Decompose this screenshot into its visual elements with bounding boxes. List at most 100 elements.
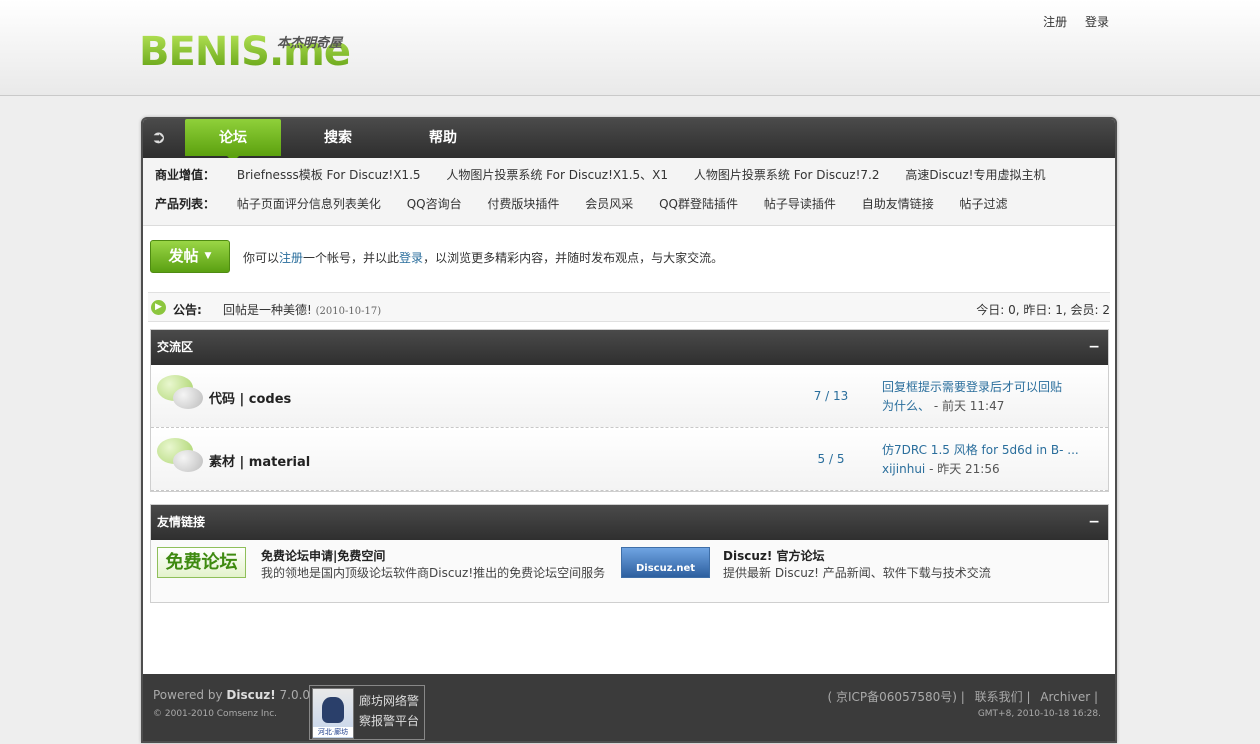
powered-brand-link[interactable]: Discuz! (226, 688, 275, 702)
main-nav: ➲ 论坛 搜索 帮助 (143, 119, 1115, 162)
copyright: © 2001-2010 Comsenz Inc. (153, 709, 278, 719)
police-badge-link[interactable]: 河北·廊坊 廊坊网络警 察报警平台 (309, 685, 425, 740)
discuz-logo[interactable]: Discuz.net (621, 547, 710, 578)
archiver-link[interactable]: Archiver (1040, 690, 1090, 704)
contact-link[interactable]: 联系我们 (975, 690, 1023, 704)
powered-prefix: Powered by (153, 688, 227, 702)
site-footer: Powered by Discuz! 7.0.0 © 2001-2010 Com… (143, 674, 1115, 741)
user-links: 注册 登录 (1029, 13, 1109, 30)
collapse-icon[interactable]: − (1088, 330, 1100, 365)
commercial-link[interactable]: 人物图片投票系统 For Discuz!7.2 (694, 165, 880, 185)
icp-link[interactable]: ( 京ICP备06057580号) (828, 690, 957, 704)
police-icon: 河北·廊坊 (312, 688, 354, 739)
last-post-title-line: 回复框提示需要登录后才可以回贴 (882, 380, 1063, 394)
police-text: 廊坊网络警 察报警平台 (359, 691, 419, 731)
nav-help[interactable]: 帮助 (408, 119, 478, 158)
welcome-suffix: ，以浏览更多精彩内容，并随时发布观点，与大家交流。 (423, 251, 724, 265)
commercial-row: 商业增值： Briefnesss模板 For Discuz!X1.5 人物图片投… (155, 165, 1067, 185)
commercial-link[interactable]: Briefnesss模板 For Discuz!X1.5 (237, 165, 421, 185)
nav-forum-label: 论坛 (219, 130, 247, 146)
server-time: GMT+8, 2010-10-18 16:28. (977, 709, 1101, 719)
announcement-bar: ▶ 公告: 回帖是一种美德! (2010-10-17) 今日: 0, 昨日: 1… (148, 292, 1110, 322)
thread-count: 5 (817, 452, 826, 466)
commercial-link[interactable]: 人物图片投票系统 For Discuz!X1.5、X1 (446, 165, 668, 185)
friend-links: 友情链接 − 免费论坛 免费论坛申请|免费空间 我的领地是国内顶级论坛软件商Di… (150, 504, 1109, 603)
sub-nav: 商业增值： Briefnesss模板 For Discuz!X1.5 人物图片投… (143, 158, 1115, 226)
products-label: 产品列表： (155, 197, 216, 211)
product-link[interactable]: 会员风采 (585, 194, 633, 214)
friend-links-title: 友情链接 (157, 515, 206, 529)
site-logo[interactable]: BENIS.me 本杰明奇屋 (139, 30, 354, 76)
powered-version: 7.0.0 (275, 688, 311, 702)
category-header: 交流区 − (151, 330, 1108, 365)
site-header: BENIS.me 本杰明奇屋 注册 登录 (0, 0, 1260, 96)
thread-count: 7 (813, 389, 822, 403)
chevron-down-icon: ▼ (204, 251, 212, 261)
powered-by: Powered by Discuz! 7.0.0 (153, 688, 310, 702)
friend-link-desc: 提供最新 Discuz! 产品新闻、软件下载与技术交流 (723, 566, 991, 580)
forum-counts: 5 / 5 (817, 452, 845, 466)
friend-link-desc: 我的领地是国内顶级论坛软件商Discuz!推出的免费论坛空间服务 (261, 566, 606, 580)
login-link[interactable]: 登录 (1085, 15, 1109, 29)
new-post-label: 发帖 (168, 247, 199, 265)
product-link[interactable]: 帖子页面评分信息列表美化 (237, 194, 381, 214)
forum-last-post: 仿7DRC 1.5 风格 for 5d6d in B- ... xijinhui … (882, 441, 1082, 479)
welcome-prefix: 你可以 (243, 251, 280, 265)
nav-help-label: 帮助 (429, 130, 457, 146)
announcement-date: (2010-10-17) (315, 306, 382, 317)
free-forum-logo[interactable]: 免费论坛 (157, 547, 246, 578)
footer-links: ( 京ICP备06057580号) | 联系我们 | Archiver | (827, 690, 1098, 704)
nav-search[interactable]: 搜索 (303, 119, 373, 158)
friend-links-header: 友情链接 − (151, 505, 1108, 540)
speaker-icon: ▶ (151, 300, 166, 315)
product-link[interactable]: 帖子导读插件 (764, 194, 836, 214)
last-post-title-line: 为什么、 (882, 399, 931, 413)
product-link[interactable]: 帖子过滤 (960, 194, 1008, 214)
last-post-title[interactable]: 仿7DRC 1.5 风格 for 5d6d in B- ... (882, 443, 1079, 457)
police-caption: 河北·廊坊 (313, 727, 353, 737)
commercial-link[interactable]: 高速Discuz!专用虚拟主机 (905, 165, 1045, 185)
product-link[interactable]: 付费版块插件 (487, 194, 559, 214)
category-title[interactable]: 交流区 (157, 340, 193, 354)
police-text-line: 察报警平台 (359, 714, 420, 728)
friend-link-title[interactable]: 免费论坛申请|免费空间 (261, 547, 385, 564)
products-row: 产品列表： 帖子页面评分信息列表美化 QQ咨询台 付费版块插件 会员风采 QQ群… (155, 194, 1030, 214)
home-arrow-icon[interactable]: ➲ (151, 129, 171, 147)
welcome-register-link[interactable]: 注册 (279, 251, 303, 265)
welcome-mid: 一个帐号，并以此 (303, 251, 400, 265)
announcement-text: 回帖是一种美德! (223, 303, 312, 317)
forum-counts: 7 / 13 (813, 389, 849, 403)
post-count: 5 (836, 452, 845, 466)
collapse-icon[interactable]: − (1088, 505, 1100, 540)
category-exchange: 交流区 − 代码 | codes 7 / 13 回复框提示需要登录后才可以回贴为… (150, 329, 1109, 492)
welcome-message: 你可以注册一个帐号，并以此登录，以浏览更多精彩内容，并随时发布观点，与大家交流。 (243, 249, 723, 266)
logo-subtitle: 本杰明奇屋 (277, 36, 343, 51)
forum-status-icon (157, 375, 203, 415)
product-link[interactable]: QQ群登陆插件 (659, 194, 738, 214)
announcement-label: 公告: (173, 303, 202, 317)
welcome-login-link[interactable]: 登录 (399, 251, 423, 265)
announcement-link[interactable]: 回帖是一种美德! (2010-10-17) (223, 301, 381, 318)
product-link[interactable]: 自助友情链接 (862, 194, 934, 214)
forum-name[interactable]: 素材 | material (209, 451, 310, 470)
last-post-meta: - 前天 11:47 (930, 399, 1005, 413)
forum-last-post: 回复框提示需要登录后才可以回贴 为什么、 - 前天 11:47 (882, 378, 1082, 416)
nav-forum[interactable]: 论坛 (185, 119, 281, 162)
friend-link-title[interactable]: Discuz! 官方论坛 (723, 547, 825, 564)
nav-search-label: 搜索 (324, 130, 352, 146)
new-post-button[interactable]: 发帖 ▼ (150, 240, 230, 273)
commercial-label: 商业增值： (155, 168, 216, 182)
forum-row: 代码 | codes 7 / 13 回复框提示需要登录后才可以回贴 为什么、 - … (151, 365, 1108, 428)
last-post-meta: - 昨天 21:56 (925, 462, 1000, 476)
forum-status-icon (157, 438, 203, 478)
product-link[interactable]: QQ咨询台 (407, 194, 462, 214)
friend-links-body: 免费论坛 免费论坛申请|免费空间 我的领地是国内顶级论坛软件商Discuz!推出… (151, 540, 1108, 602)
main-panel: ➲ 论坛 搜索 帮助 商业增值： Briefnesss模板 For Discuz… (141, 117, 1117, 743)
forum-row: 素材 | material 5 / 5 仿7DRC 1.5 风格 for 5d6… (151, 428, 1108, 491)
police-text-line: 廊坊网络警 (359, 694, 420, 708)
last-post-author[interactable]: xijinhui (882, 462, 925, 476)
forum-stats: 今日: 0, 昨日: 1, 会员: 2 (976, 303, 1110, 317)
register-link[interactable]: 注册 (1043, 15, 1067, 29)
forum-name[interactable]: 代码 | codes (209, 388, 291, 407)
post-count: 13 (833, 389, 849, 403)
